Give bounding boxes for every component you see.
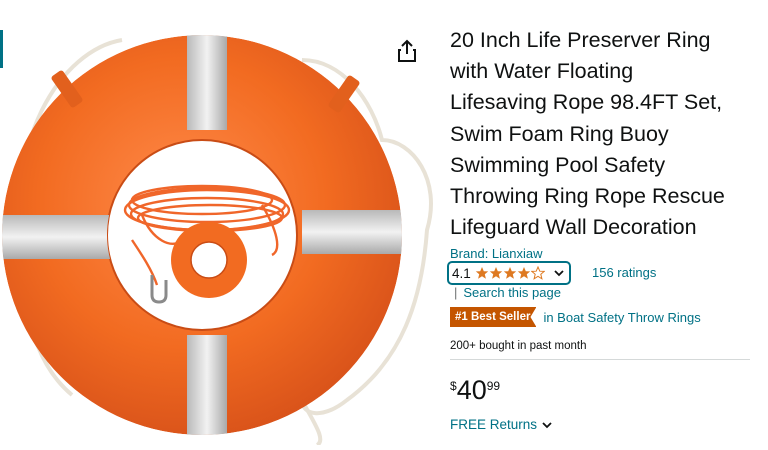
rating-dropdown[interactable]: 4.1 <box>447 261 571 285</box>
star-empty-icon <box>530 266 545 280</box>
free-returns-label: FREE Returns <box>450 417 538 432</box>
star-full-icon <box>489 267 502 279</box>
free-returns-dropdown[interactable]: FREE Returns <box>450 417 553 432</box>
product-info: 20 Inch Life Preserver Ring with Water F… <box>447 25 755 432</box>
best-seller-category-link[interactable]: in Boat Safety Throw Rings <box>543 310 700 325</box>
rating-value: 4.1 <box>452 265 471 281</box>
title-line: Swimming Pool Safety <box>450 152 666 177</box>
best-seller-row: #1 Best Seller in Boat Safety Throw Ring… <box>450 307 701 327</box>
chevron-down-icon <box>554 270 564 277</box>
search-this-page-link[interactable]: Search this page <box>463 285 561 300</box>
brand-link[interactable]: Brand: Lianxiaw <box>450 246 543 261</box>
title-line: Swim Foam Ring Buoy <box>450 121 669 146</box>
share-button[interactable] <box>395 38 419 64</box>
chevron-down-icon <box>542 421 552 428</box>
star-full-icon <box>475 267 488 279</box>
price-fraction: 99 <box>486 379 501 393</box>
title-line: Lifesaving Rope 98.4FT Set, <box>450 90 723 115</box>
search-this-page: | Search this page <box>454 285 561 300</box>
separator: | <box>454 285 458 300</box>
best-seller-badge[interactable]: #1 Best Seller <box>450 307 536 327</box>
ratings-count-link[interactable]: 156 ratings <box>592 265 656 280</box>
star-full-icon <box>517 267 530 279</box>
product-image[interactable] <box>2 0 442 447</box>
title-line: Throwing Ring Rope Rescue <box>450 184 725 209</box>
price-whole: 40 <box>456 375 487 405</box>
life-ring-illustration <box>2 30 442 447</box>
title-line: 20 Inch Life Preserver Ring <box>450 28 711 52</box>
divider <box>450 359 750 360</box>
star-rating <box>475 266 545 280</box>
star-full-icon <box>503 267 516 279</box>
price: $ 40 99 <box>450 375 500 405</box>
share-icon <box>398 39 416 62</box>
bought-in-past-month: 200+ bought in past month <box>450 340 587 352</box>
price-symbol: $ <box>450 379 457 393</box>
title-line: Lifeguard Wall Decoration <box>450 215 697 240</box>
title-line: with Water Floating <box>450 59 634 84</box>
product-title: 20 Inch Life Preserver Ring with Water F… <box>450 25 755 243</box>
